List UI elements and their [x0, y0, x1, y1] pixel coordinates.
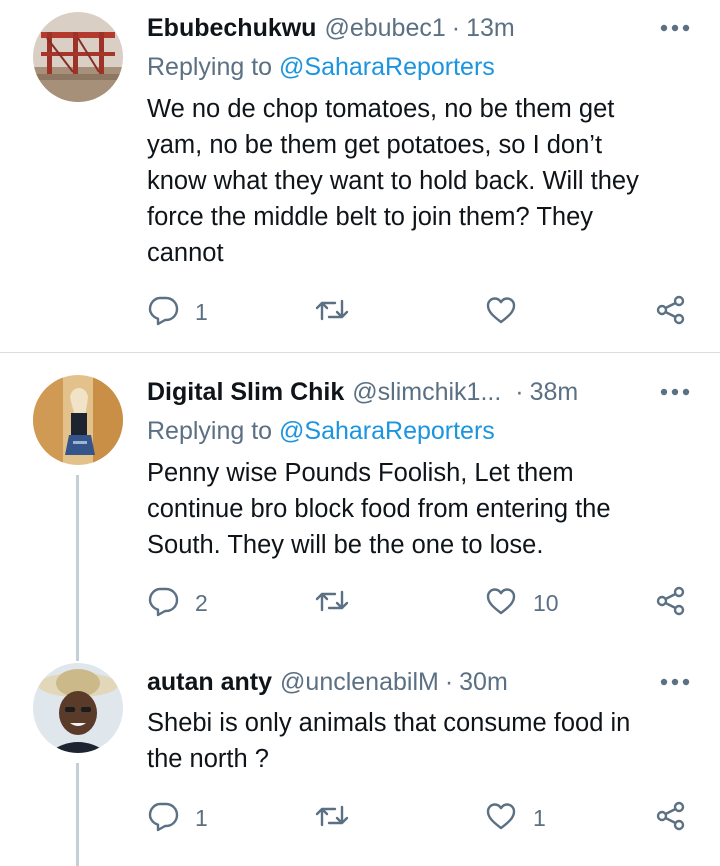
user-handle[interactable]: @ebubec1: [324, 14, 445, 43]
tweet-header: Digital Slim Chik @slimchik1... · 38m: [147, 375, 690, 409]
tweet[interactable]: Ebubechukwu @ebubec1 · 13m Replying to @…: [0, 0, 720, 352]
heart-icon: [485, 295, 517, 330]
replying-to: Replying to @SaharaReporters: [147, 417, 495, 446]
tweet-text-line: continue bro block food from entering th…: [147, 495, 611, 523]
avatar[interactable]: [33, 375, 123, 465]
reply-count: 2: [195, 589, 208, 616]
retweet-button[interactable]: [314, 295, 350, 329]
mention-link[interactable]: @SaharaReporters: [279, 417, 495, 445]
like-count: 10: [533, 589, 559, 616]
more-dots-icon[interactable]: [656, 11, 690, 45]
reply-count: 1: [195, 298, 208, 325]
tweet-text-line: Shebi is only animals that consume food …: [147, 709, 631, 737]
user-handle[interactable]: @unclenabilM: [280, 668, 439, 697]
replying-to: Replying to @SaharaReporters: [147, 53, 495, 82]
thread-line: [76, 763, 79, 866]
tweet-header: Ebubechukwu @ebubec1 · 13m: [147, 11, 690, 45]
tweet-text-line: South. They will be the one to lose.: [147, 531, 544, 559]
timestamp[interactable]: 13m: [466, 14, 515, 43]
display-name[interactable]: autan anty: [147, 668, 272, 697]
retweet-button[interactable]: [314, 801, 350, 835]
tweet-text-line: cannot: [147, 239, 224, 267]
share-button[interactable]: [655, 295, 687, 329]
retweet-button[interactable]: [314, 586, 350, 620]
tweet-text: We no de chop tomatoes, no be them get y…: [147, 91, 687, 271]
like-count: 1: [533, 804, 546, 831]
more-dots-icon[interactable]: [656, 375, 690, 409]
share-icon: [655, 800, 687, 837]
tweet-text-line: Penny wise Pounds Foolish, Let them: [147, 459, 574, 487]
reply-bubble-icon: [147, 800, 179, 837]
tweet-text: Shebi is only animals that consume food …: [147, 705, 687, 777]
replying-to-label: Replying to: [147, 417, 273, 445]
reply-bubble-icon: [147, 294, 179, 331]
reply-button[interactable]: 2: [147, 586, 208, 620]
share-icon: [655, 294, 687, 331]
avatar-image: [33, 12, 123, 102]
more-dots-icon[interactable]: [656, 665, 690, 699]
timestamp[interactable]: 38m: [530, 378, 579, 407]
tweet-text-line: force the middle belt to join them? They: [147, 203, 594, 231]
tweet-text-line: We no de chop tomatoes, no be them get: [147, 95, 615, 123]
timestamp[interactable]: 30m: [459, 668, 508, 697]
display-name[interactable]: Ebubechukwu: [147, 14, 316, 43]
reply-count: 1: [195, 804, 208, 831]
display-name[interactable]: Digital Slim Chik: [147, 378, 344, 407]
retweet-icon: [314, 586, 350, 621]
tweet-text-line: yam, no be them get potatoes, so I don’t: [147, 131, 603, 159]
action-bar: 2 10: [147, 586, 692, 620]
tweet-header: autan anty @unclenabilM · 30m: [147, 665, 690, 699]
mention-link[interactable]: @SaharaReporters: [279, 53, 495, 81]
separator-dot: ·: [515, 377, 524, 406]
avatar[interactable]: [33, 663, 123, 753]
reply-button[interactable]: 1: [147, 801, 208, 835]
retweet-icon: [314, 801, 350, 836]
reply-button[interactable]: 1: [147, 295, 208, 329]
share-icon: [655, 585, 687, 622]
heart-icon: [485, 801, 517, 836]
like-button[interactable]: [485, 295, 533, 329]
like-button[interactable]: 10: [485, 586, 559, 620]
retweet-icon: [314, 295, 350, 330]
thread-line: [76, 475, 79, 653]
action-bar: 1 1: [147, 801, 692, 835]
action-bar: 1: [147, 295, 692, 329]
reply-bubble-icon: [147, 585, 179, 622]
avatar-image: [33, 375, 123, 465]
tweet-text-line: know what they want to hold back. Will t…: [147, 167, 639, 195]
separator-dot: ·: [451, 13, 461, 42]
avatar[interactable]: [33, 12, 123, 102]
heart-icon: [485, 586, 517, 621]
replying-to-label: Replying to: [147, 53, 273, 81]
tweet[interactable]: Digital Slim Chik @slimchik1... · 38m Re…: [0, 353, 720, 653]
tweet[interactable]: autan anty @unclenabilM · 30m Shebi is o…: [0, 653, 720, 866]
share-button[interactable]: [655, 801, 687, 835]
separator-dot: ·: [444, 667, 454, 696]
thread-line: [76, 653, 79, 661]
share-button[interactable]: [655, 586, 687, 620]
avatar-image: [33, 663, 123, 753]
user-handle[interactable]: @slimchik1...: [352, 378, 501, 407]
tweet-text-line: the north ?: [147, 745, 269, 773]
tweet-text: Penny wise Pounds Foolish, Let them cont…: [147, 455, 687, 563]
like-button[interactable]: 1: [485, 801, 546, 835]
